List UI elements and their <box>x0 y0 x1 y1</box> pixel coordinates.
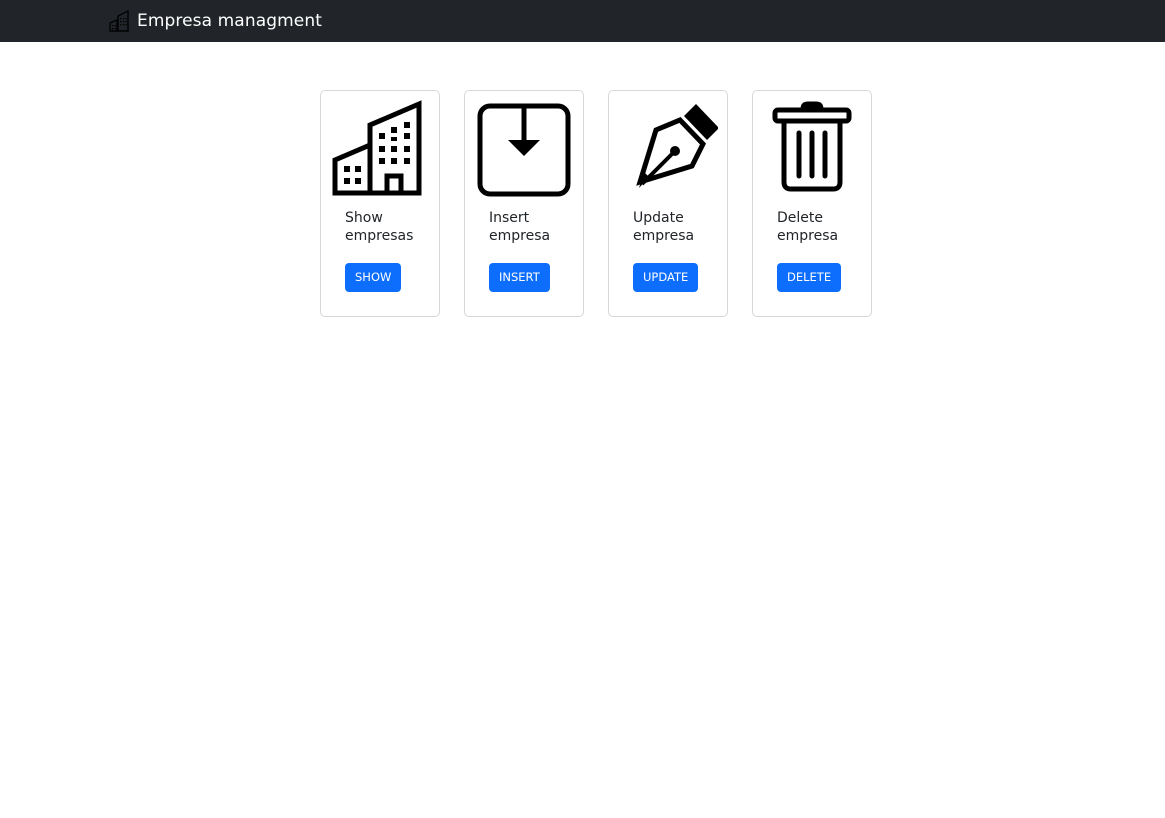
card-title: Show empresas <box>345 210 414 244</box>
card-show-empresas: Show empresas SHOW <box>320 90 440 317</box>
navbar: Empresa managment <box>0 0 1165 42</box>
download-box-icon <box>477 103 571 197</box>
card-update-empresa: Update empresa UPDATE <box>608 90 728 317</box>
buildings-icon <box>332 100 422 196</box>
pen-nib-icon <box>636 104 718 188</box>
show-button[interactable]: SHOW <box>345 263 402 292</box>
trash-icon <box>772 101 852 192</box>
card-title: Insert empresa <box>489 210 551 244</box>
insert-button[interactable]: INSERT <box>489 263 550 292</box>
brand-title: Empresa managment <box>137 11 322 31</box>
delete-button[interactable]: DELETE <box>777 263 842 292</box>
navbar-brand[interactable]: Empresa managment <box>109 0 322 42</box>
card-title: Delete empresa <box>777 210 839 244</box>
card-insert-empresa: Insert empresa INSERT <box>464 90 584 317</box>
buildings-icon <box>109 9 129 32</box>
update-button[interactable]: UPDATE <box>633 263 699 292</box>
card-delete-empresa: Delete empresa DELETE <box>752 90 872 317</box>
card-title: Update empresa <box>633 210 695 244</box>
